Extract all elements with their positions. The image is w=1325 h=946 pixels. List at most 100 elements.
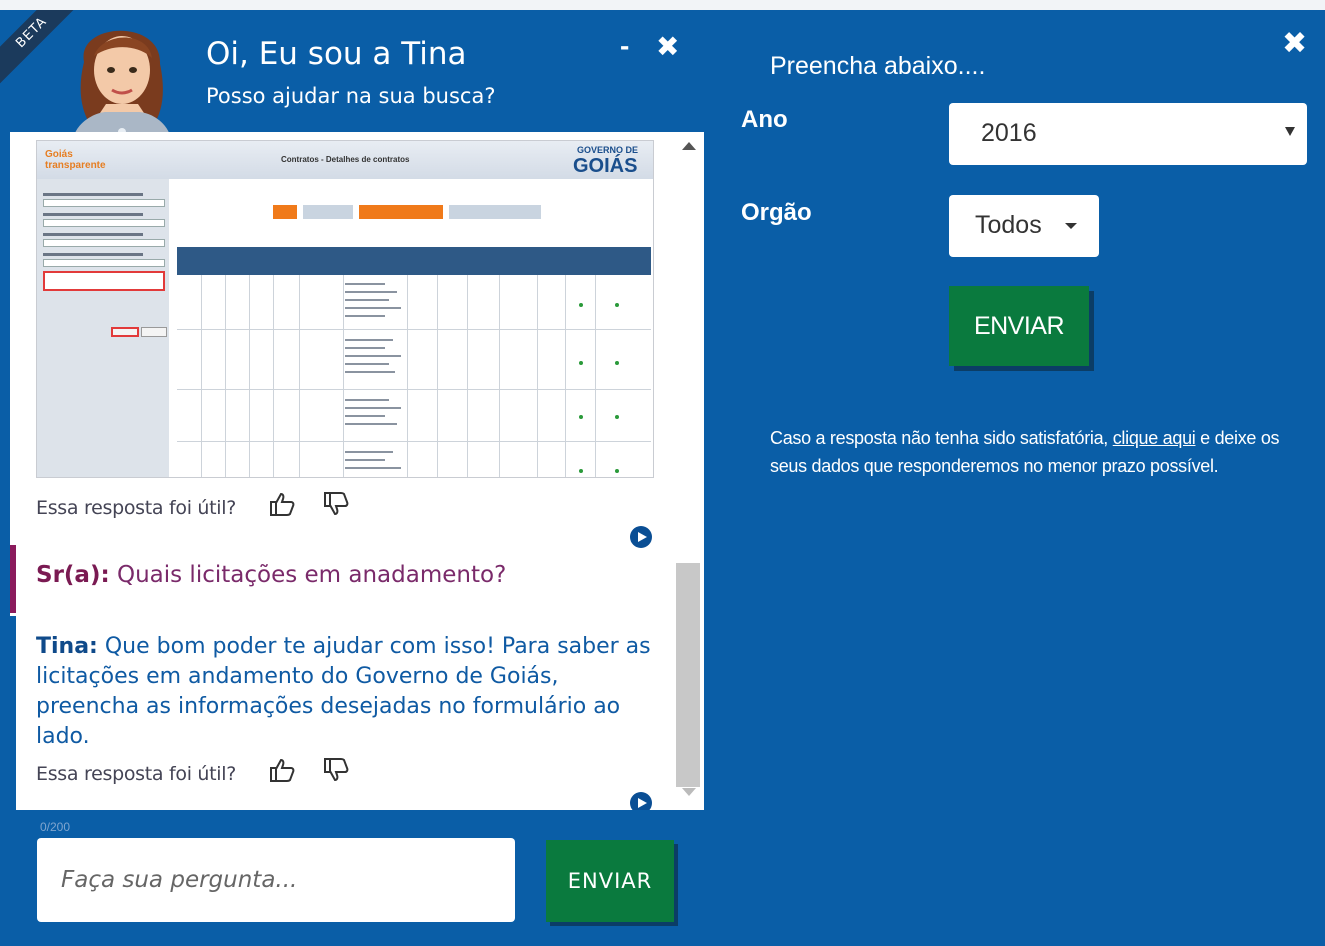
user-message-text: Quais licitações em anadamento?	[109, 562, 507, 588]
user-message: Sr(a): Quais licitações em anadamento?	[36, 562, 506, 588]
tina-avatar	[72, 30, 172, 142]
thumbs-up-icon[interactable]	[268, 756, 296, 784]
embedded-status-dot	[579, 361, 583, 365]
embedded-page-title: Contratos - Detalhes de contratos	[281, 155, 410, 164]
play-icon[interactable]	[630, 526, 652, 548]
embedded-status-dot	[615, 361, 619, 365]
embedded-text	[345, 415, 385, 417]
close-icon[interactable]: ✖	[656, 30, 679, 63]
form-send-button[interactable]: ENVIAR	[949, 286, 1089, 366]
ano-select[interactable]: 2016	[949, 103, 1307, 165]
conversation-scrollbar[interactable]	[676, 132, 704, 810]
ano-selected-value: 2016	[981, 119, 1037, 147]
thumbs-down-icon[interactable]	[322, 756, 350, 784]
feedback-prompt: Essa resposta foi útil?	[36, 763, 237, 785]
close-icon[interactable]: ✖	[1282, 26, 1307, 61]
ano-label: Ano	[741, 106, 788, 133]
embedded-text	[345, 363, 389, 365]
embedded-col	[273, 275, 274, 477]
tina-message: Tina: Que bom poder te ajudar com isso! …	[36, 632, 656, 752]
embedded-col	[407, 275, 408, 477]
embedded-col	[201, 275, 202, 477]
click-here-link[interactable]: clique aqui	[1113, 428, 1196, 448]
feedback-prompt: Essa resposta foi útil?	[36, 497, 237, 519]
embedded-col	[225, 275, 226, 477]
embedded-field	[43, 239, 165, 247]
chat-send-button[interactable]: ENVIAR	[546, 840, 674, 922]
form-note-text: Caso a resposta não tenha sido satisfató…	[770, 428, 1113, 448]
char-counter: 0/200	[40, 820, 71, 834]
embedded-text	[345, 315, 385, 317]
thumbs-down-icon[interactable]	[322, 490, 350, 518]
embedded-tab	[303, 205, 353, 219]
embedded-logo: Goiás transparente	[45, 149, 106, 171]
orgao-label: Orgão	[741, 199, 812, 226]
scroll-up-icon[interactable]	[682, 142, 696, 150]
embedded-text	[345, 407, 401, 409]
embedded-col	[499, 275, 500, 477]
embedded-tab	[273, 205, 297, 219]
user-message-marker	[10, 545, 16, 613]
dropdown-caret-icon	[1065, 223, 1077, 229]
conversation-area[interactable]: Goiás transparente Contratos - Detalhes d…	[10, 132, 704, 810]
thumbs-up-icon[interactable]	[268, 490, 296, 518]
embedded-text	[345, 423, 397, 425]
question-input[interactable]	[37, 838, 515, 922]
embedded-text	[345, 355, 401, 357]
embedded-status-dot	[615, 303, 619, 307]
scroll-thumb[interactable]	[676, 563, 700, 787]
orgao-selected-value: Todos	[975, 211, 1042, 239]
embedded-col	[565, 275, 566, 477]
embedded-field	[43, 199, 165, 207]
embedded-status-dot	[579, 303, 583, 307]
embedded-field	[43, 219, 165, 227]
embedded-header: Goiás transparente Contratos - Detalhes d…	[37, 141, 653, 179]
embedded-text	[345, 467, 401, 469]
embedded-col	[595, 275, 596, 477]
page: BETA Oi, Eu sou a Tina Posso ajudar na s…	[0, 0, 1325, 946]
embedded-row	[177, 441, 651, 442]
embedded-apply-button	[111, 327, 139, 337]
embedded-tab	[359, 205, 443, 219]
embedded-field-label	[43, 253, 143, 256]
embedded-col	[467, 275, 468, 477]
embedded-col	[343, 275, 344, 477]
tina-speaker: Tina:	[36, 634, 98, 659]
embedded-status-dot	[579, 415, 583, 419]
dropdown-caret-icon	[1285, 127, 1295, 136]
embedded-table-header	[177, 247, 651, 275]
embedded-text	[345, 459, 385, 461]
form-heading: Preencha abaixo....	[770, 52, 986, 80]
play-icon[interactable]	[630, 792, 652, 810]
conversation-content: Goiás transparente Contratos - Detalhes d…	[10, 132, 672, 810]
embedded-col	[437, 275, 438, 477]
tina-message-marker	[10, 616, 16, 810]
embedded-text	[345, 307, 401, 309]
chat-title: Oi, Eu sou a Tina	[206, 36, 467, 72]
form-note: Caso a resposta não tenha sido satisfató…	[770, 424, 1290, 480]
minimize-icon[interactable]: -	[620, 30, 629, 62]
embedded-tab	[449, 205, 541, 219]
embedded-col	[299, 275, 300, 477]
embedded-status-dot	[615, 469, 619, 473]
embedded-text	[345, 451, 393, 453]
embedded-text	[345, 347, 385, 349]
embedded-text	[345, 299, 389, 301]
embedded-text	[345, 339, 393, 341]
chat-panel: BETA Oi, Eu sou a Tina Posso ajudar na s…	[0, 10, 712, 946]
scroll-down-icon[interactable]	[682, 788, 696, 796]
embedded-highlighted-field	[43, 271, 165, 291]
embedded-status-dot	[579, 469, 583, 473]
orgao-select[interactable]: Todos	[949, 195, 1099, 257]
embedded-status-dot	[615, 415, 619, 419]
embedded-text	[345, 283, 385, 285]
embedded-field-label	[43, 213, 143, 216]
embedded-col	[537, 275, 538, 477]
embedded-brand-small: GOVERNO DE	[577, 145, 639, 155]
embedded-clear-button	[141, 327, 167, 337]
embedded-text	[345, 291, 397, 293]
embedded-field-label	[43, 193, 143, 196]
embedded-row	[177, 329, 651, 330]
chat-subtitle: Posso ajudar na sua busca?	[206, 84, 496, 108]
embedded-contracts-screenshot: Goiás transparente Contratos - Detalhes d…	[36, 140, 654, 478]
